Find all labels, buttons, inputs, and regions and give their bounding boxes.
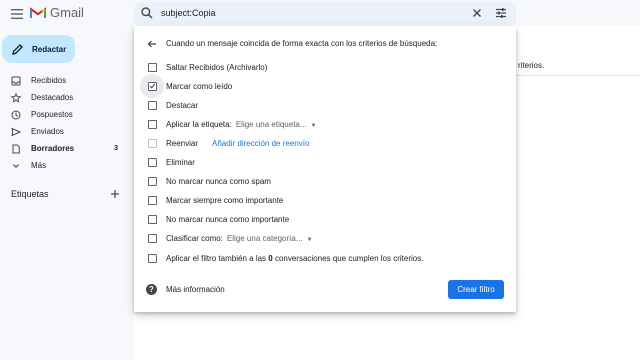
sidebar-item-label: Recibidos: [31, 76, 67, 85]
option-label: Marcar siempre como importante: [166, 195, 284, 205]
create-filter-button[interactable]: Crear filtro: [448, 280, 504, 299]
compose-label: Redactar: [32, 44, 67, 54]
sidebar-item-recibidos[interactable]: Recibidos: [0, 72, 130, 89]
sidebar-item-destacados[interactable]: Destacados: [0, 89, 130, 106]
sidebar-item-label: Más: [31, 161, 47, 170]
option-categorize[interactable]: Clasificar como: Elige una categoría... ▼: [146, 232, 312, 244]
apply-existing-prefix: Aplicar el filtro también a las: [166, 253, 269, 263]
checkbox[interactable]: [147, 176, 157, 186]
sidebar-item-label: Destacados: [31, 93, 74, 102]
sidebar-item-label: Borradores: [31, 144, 75, 153]
option-always-important[interactable]: Marcar siempre como importante: [146, 194, 283, 206]
more-info-link[interactable]: Más información: [166, 285, 225, 294]
option-apply-to-existing[interactable]: Aplicar el filtro también a las 0 conver…: [146, 252, 423, 264]
send-icon: [11, 127, 21, 137]
checkbox[interactable]: [147, 195, 157, 205]
sidebar-item-label: Pospuestos: [31, 110, 73, 119]
option-skip-inbox[interactable]: Saltar Recibidos (Archivarlo): [146, 61, 267, 73]
checkbox[interactable]: [147, 253, 157, 263]
option-never-spam[interactable]: No marcar nunca como spam: [146, 175, 271, 187]
search-options-icon[interactable]: [494, 6, 508, 20]
option-label: Destacar: [166, 100, 199, 110]
category-select[interactable]: Elige una categoría...: [227, 234, 303, 243]
option-never-important[interactable]: No marcar nunca como importante: [146, 213, 289, 225]
sidebar-item-label: Enviados: [31, 127, 64, 136]
option-delete[interactable]: Eliminar: [146, 156, 195, 168]
search-icon[interactable]: [140, 6, 154, 20]
filter-criteria-header: Cuando un mensaje coincida de forma exac…: [166, 39, 438, 48]
apply-existing-suffix: conversaciones que cumplen los criterios…: [272, 253, 424, 263]
main-menu-button[interactable]: [8, 5, 26, 23]
gmail-logo[interactable]: Gmail: [30, 5, 84, 20]
dropdown-caret-icon[interactable]: ▼: [311, 123, 317, 129]
checkbox[interactable]: [147, 119, 157, 129]
background-partial-text: riterios.: [518, 61, 545, 70]
sidebar-item-pospuestos[interactable]: Pospuestos: [0, 106, 130, 123]
arrow-back-icon: [147, 40, 156, 48]
clock-icon: [11, 110, 21, 120]
add-label-button[interactable]: [109, 188, 121, 200]
sidebar-nav: Recibidos Destacados Pospuestos Enviados…: [0, 72, 130, 174]
option-label: Clasificar como:: [166, 233, 223, 243]
labels-header: Etiquetas: [11, 189, 49, 199]
draft-icon: [11, 144, 21, 154]
option-label: Reenviar: [166, 138, 199, 148]
option-label: Marcar como leído: [166, 81, 233, 91]
drafts-count-badge: 3: [114, 145, 118, 152]
inbox-icon: [11, 76, 21, 86]
create-filter-panel: Cuando un mensaje coincida de forma exac…: [134, 26, 516, 312]
checkbox[interactable]: [147, 157, 157, 167]
divider: [516, 75, 640, 76]
back-button[interactable]: [146, 38, 158, 50]
search-bar[interactable]: [134, 2, 516, 24]
help-icon[interactable]: ?: [146, 284, 157, 295]
hamburger-icon: [11, 9, 23, 19]
sidebar-item-enviados[interactable]: Enviados: [0, 123, 130, 140]
option-forward[interactable]: Reenviar Añadir dirección de reenvío: [146, 137, 309, 149]
label-select[interactable]: Elige una etiqueta...: [236, 120, 307, 129]
option-apply-label[interactable]: Aplicar la etiqueta: Elige una etiqueta..…: [146, 118, 317, 130]
star-icon: [11, 92, 21, 103]
option-label: No marcar nunca como spam: [166, 176, 271, 186]
checkbox-disabled: [147, 138, 157, 148]
option-label: No marcar nunca como importante: [166, 214, 290, 224]
sidebar-item-mas[interactable]: Más: [0, 157, 130, 174]
option-label: Eliminar: [166, 157, 195, 167]
checkbox[interactable]: [147, 62, 157, 72]
compose-button[interactable]: Redactar: [2, 35, 75, 63]
add-forwarding-address-link[interactable]: Añadir dirección de reenvío: [212, 139, 309, 148]
option-label: Aplicar la etiqueta:: [166, 119, 232, 129]
sidebar-item-borradores[interactable]: Borradores 3: [0, 140, 130, 157]
option-mark-as-read[interactable]: Marcar como leído: [140, 74, 232, 98]
clear-search-icon[interactable]: [470, 6, 484, 20]
option-star[interactable]: Destacar: [146, 99, 198, 111]
chevron-down-icon: [11, 161, 21, 171]
search-input[interactable]: [161, 8, 461, 18]
checkbox[interactable]: [147, 233, 157, 243]
gmail-m-icon: [30, 6, 46, 18]
checkbox-checked[interactable]: [147, 81, 157, 91]
checkbox[interactable]: [147, 100, 157, 110]
option-label: Saltar Recibidos (Archivarlo): [166, 62, 268, 72]
dropdown-caret-icon[interactable]: ▼: [307, 237, 313, 243]
checkbox[interactable]: [147, 214, 157, 224]
plus-icon: [111, 190, 119, 198]
pencil-icon: [11, 43, 24, 56]
app-name: Gmail: [50, 5, 84, 20]
check-icon: [149, 83, 155, 89]
